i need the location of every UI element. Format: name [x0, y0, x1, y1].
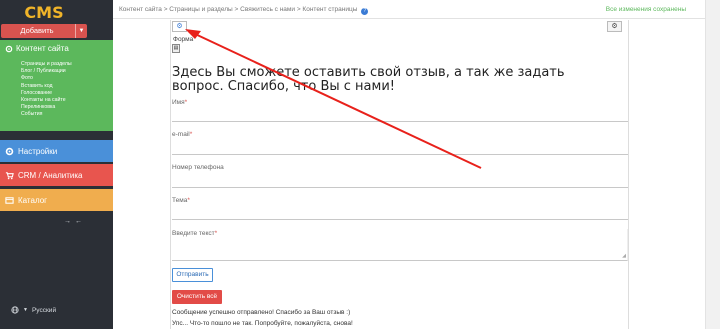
field-label-name: Имя*	[172, 99, 188, 106]
gear-icon	[5, 147, 14, 155]
clear-button[interactable]: Очистить всё	[172, 290, 222, 304]
email-field[interactable]	[172, 154, 628, 155]
collapse-toggle[interactable]: → ←	[64, 218, 83, 225]
right-scroll-strip	[705, 0, 720, 329]
message-textarea[interactable]: ◢	[172, 229, 628, 261]
form-icon[interactable]: ▤	[172, 44, 180, 53]
sidebar-item-catalog[interactable]: Каталог	[0, 189, 113, 211]
logo: CMS	[24, 3, 64, 22]
field-label-subject: Тема*	[172, 197, 190, 204]
globe-icon	[11, 306, 19, 314]
gear-icon: ⚙	[176, 23, 183, 30]
sidebar-item-label: Настройки	[18, 146, 58, 156]
sidebar-item-settings[interactable]: Настройки	[0, 140, 113, 162]
resize-handle-icon[interactable]: ◢	[622, 253, 626, 259]
sidebar-item-insert-code[interactable]: Вставить код	[21, 83, 72, 90]
catalog-icon	[5, 196, 14, 204]
error-message: Упс... Что-то пошло не так. Попробуйте, …	[172, 320, 353, 327]
gear-icon: ⚙	[611, 23, 618, 30]
content-section-label: Контент сайта	[16, 44, 69, 53]
language-selector[interactable]: ▼ Русский	[11, 306, 56, 314]
page-settings-button[interactable]: ⚙	[607, 21, 622, 32]
content-section-header[interactable]: Контент сайта	[5, 44, 69, 53]
content-section: Контент сайта Страницы и разделы Блог / …	[0, 40, 113, 131]
success-message: Сообщение успешно отправлено! Спасибо за…	[172, 309, 351, 316]
submit-button[interactable]: Отправить	[172, 268, 213, 282]
sidebar-item-photo[interactable]: Фото	[21, 75, 72, 82]
form-headline: Здесь Вы сможете оставить свой отзыв, а …	[172, 65, 565, 94]
sidebar-item-label: CRM / Аналитика	[18, 170, 83, 180]
sidebar-item-blog[interactable]: Блог / Публикации	[21, 68, 72, 75]
sidebar-item-label: Каталог	[18, 195, 48, 205]
save-status: Все изменения сохранены	[605, 6, 686, 13]
sidebar-item-voting[interactable]: Голосование	[21, 90, 72, 97]
name-field[interactable]	[172, 121, 628, 122]
content-nav-list: Страницы и разделы Блог / Публикации Фот…	[21, 61, 72, 119]
block-settings-button[interactable]: ⚙	[172, 21, 187, 32]
chevron-down-icon[interactable]: ▼	[75, 24, 87, 38]
add-button[interactable]: Добавить ▼	[1, 24, 87, 38]
help-icon[interactable]: ?	[361, 8, 369, 15]
sidebar-item-pages[interactable]: Страницы и разделы	[21, 61, 72, 68]
sidebar-item-contacts[interactable]: Контакты на сайте	[21, 97, 72, 104]
phone-field[interactable]	[172, 187, 628, 188]
language-label: Русский	[31, 306, 57, 314]
field-label-email: e-mail*	[172, 131, 193, 138]
sidebar: CMS Добавить ▼ Контент сайта Страницы и …	[0, 0, 113, 329]
breadcrumb[interactable]: Контент сайта > Страницы и разделы > Свя…	[119, 6, 369, 15]
subject-field[interactable]	[172, 219, 628, 220]
cart-icon	[5, 171, 14, 179]
chevron-down-icon: ▼	[23, 307, 28, 313]
topbar: Контент сайта > Страницы и разделы > Свя…	[113, 0, 720, 19]
field-label-phone: Номер телефона	[172, 164, 224, 171]
block-type-label: Форма	[173, 36, 194, 43]
breadcrumb-text[interactable]: Контент сайта > Страницы и разделы > Свя…	[119, 6, 357, 13]
sidebar-item-crm[interactable]: CRM / Аналитика	[0, 164, 113, 186]
sidebar-item-events[interactable]: События	[21, 111, 72, 118]
gear-icon	[5, 45, 13, 52]
sidebar-item-linking[interactable]: Перелинковка	[21, 104, 72, 111]
add-button-label: Добавить	[20, 26, 54, 35]
